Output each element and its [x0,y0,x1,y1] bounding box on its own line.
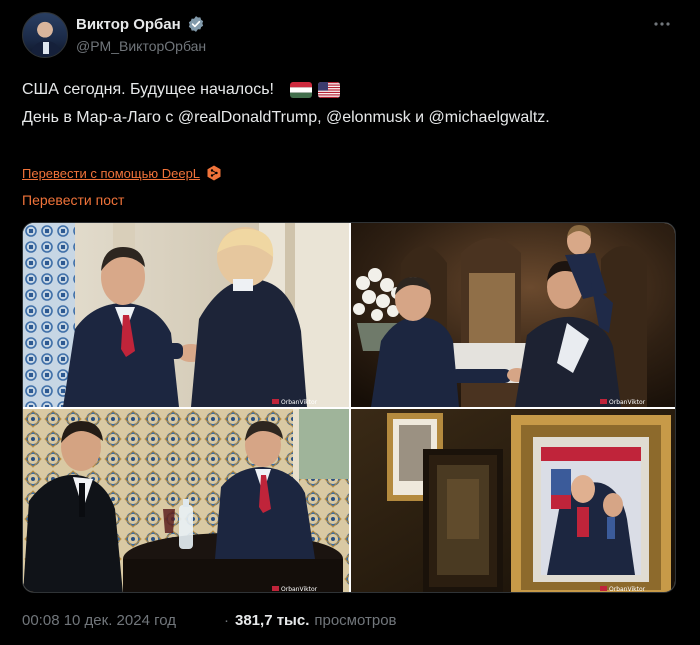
mention-michaelgwaltz[interactable]: @michaelgwaltz [429,109,546,126]
framed-cover-photo[interactable]: OrbanViktor [351,409,675,593]
translate-post-button[interactable]: Перевести пост [22,192,124,208]
avatar[interactable] [22,12,68,58]
media-grid: OrbanViktor OrbanViktor OrbanViktor Orba… [22,222,676,593]
watermark-3: OrbanViktor [281,586,318,593]
hungary-flag-icon [289,82,312,98]
post-meta: 00:08 10 дек. 2024 год · 381,7 тыс. прос… [22,612,397,629]
usa-flag-icon [317,82,340,98]
views-count: 381,7 тыс. [235,612,310,629]
post-text-period: . [545,109,550,126]
more-options-icon[interactable] [652,14,672,34]
avatar-shirt [43,42,49,54]
author-display-name[interactable]: Виктор Орбан [76,16,181,33]
translate-deepl-label: Перевести с помощью DeepL [22,165,201,181]
author-name-row: Виктор Орбан [76,14,205,34]
table-meeting-photo[interactable]: OrbanViktor [23,409,349,593]
mention-elonmusk[interactable]: @elonmusk [326,109,411,126]
watermark-4: OrbanViktor [609,586,646,593]
post-text-comma: , [317,109,326,126]
greeting-photo[interactable]: OrbanViktor [351,223,675,407]
meta-separator: · [224,612,229,629]
government-verified-badge-icon[interactable] [187,15,205,33]
post-text-and: и [410,109,429,126]
post-text-prefix: День в Мар-а-Лаго с [22,109,178,126]
translate-deepl-link[interactable]: Перевести с помощью DeepL [22,165,222,181]
mention-realdonaldtrump[interactable]: @realDonaldTrump [178,109,317,126]
views-label: просмотров [314,612,397,629]
deepl-logo-icon [206,165,222,181]
post-text-line1: США сегодня. Будущее началось! [22,80,340,100]
post: Виктор Орбан @PM_ВикторОрбан США сегодня… [0,0,700,645]
watermark-1: OrbanViktor [281,399,318,406]
watermark-2: OrbanViktor [609,399,646,406]
author-handle[interactable]: @PM_ВикторОрбан [76,38,206,54]
handshake-photo[interactable]: OrbanViktor [23,223,349,407]
post-timestamp[interactable]: 00:08 10 дек. 2024 год [22,612,176,629]
post-text-headline: США сегодня. Будущее началось! [22,81,274,98]
post-text-line2: День в Мар-а-Лаго с @realDonaldTrump, @e… [22,108,550,128]
